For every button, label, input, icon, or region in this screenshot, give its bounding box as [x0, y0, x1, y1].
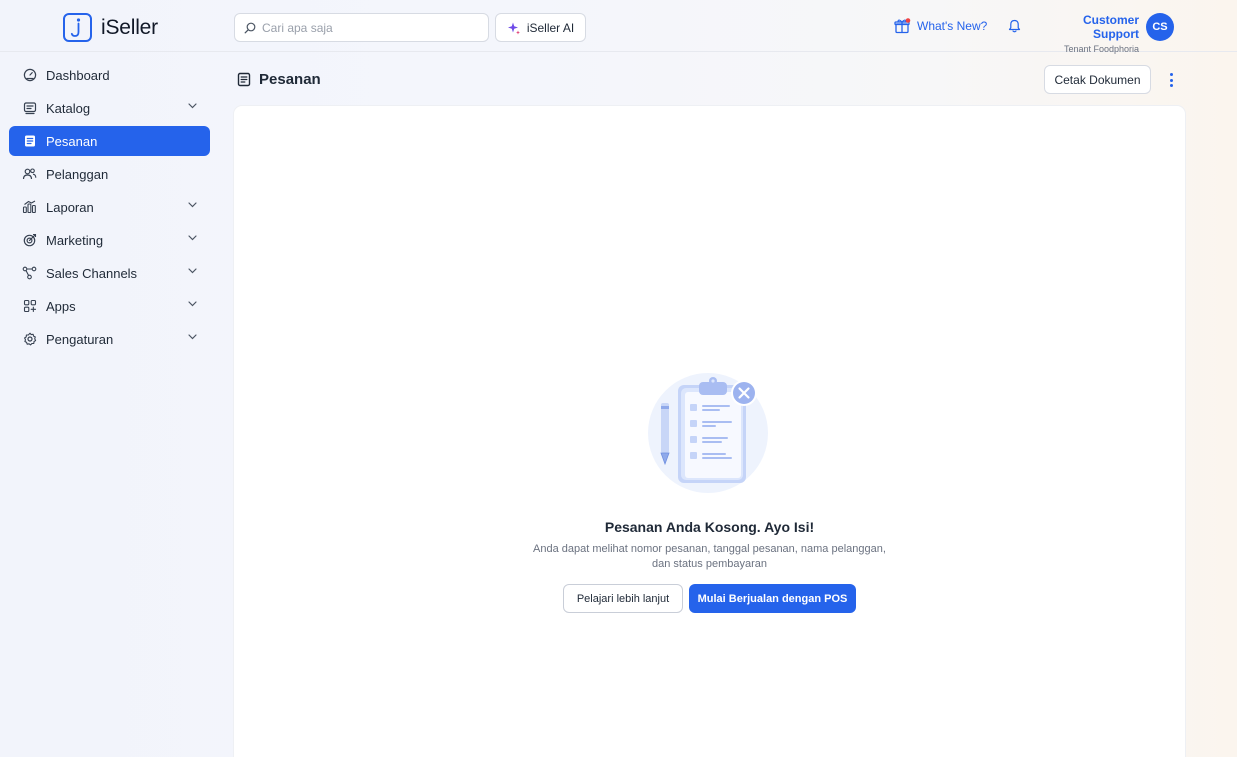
iseller-ai-label: iSeller AI — [526, 20, 575, 35]
sidebar-item-label: Pengaturan — [46, 331, 114, 347]
dashboard-icon — [22, 68, 37, 83]
user-info[interactable]: Customer Support Tenant Foodphoria — [1040, 13, 1139, 54]
marketing-icon — [22, 233, 37, 248]
brand-name: iSeller — [101, 15, 158, 39]
learn-more-button[interactable]: Pelajari lebih lanjut — [563, 584, 683, 613]
sidebar-item-label: Sales Channels — [46, 265, 138, 281]
notification-button[interactable] — [1008, 19, 1021, 38]
sidebar-item-label: Laporan — [46, 199, 94, 215]
search-icon — [244, 22, 256, 33]
sidebar: Dashboard Katalog Pesanan Pelanggan Lapo… — [9, 60, 210, 357]
chevron-down-icon — [188, 235, 197, 241]
sidebar-item-pesanan[interactable]: Pesanan — [9, 126, 210, 156]
sidebar-item-apps[interactable]: Apps — [9, 291, 210, 321]
sidebar-item-label: Marketing — [46, 232, 104, 248]
whats-new-label: What's New? — [917, 19, 988, 33]
avatar[interactable]: CS — [1146, 13, 1174, 41]
reports-icon — [22, 200, 37, 215]
sidebar-item-pengaturan[interactable]: Pengaturan — [9, 324, 210, 354]
sidebar-item-sales-channels[interactable]: Sales Channels — [9, 258, 210, 288]
more-options-icon[interactable] — [1164, 70, 1178, 90]
gift-icon — [894, 18, 911, 34]
search-input[interactable] — [262, 20, 472, 35]
chevron-down-icon — [188, 202, 197, 208]
sidebar-item-katalog[interactable]: Katalog — [9, 93, 210, 123]
sidebar-item-label: Pelanggan — [46, 166, 109, 182]
sidebar-item-label: Katalog — [46, 100, 91, 116]
apps-icon — [22, 299, 37, 314]
user-name: Customer Support — [1082, 13, 1139, 41]
bell-icon — [1008, 19, 1021, 33]
chevron-down-icon — [188, 103, 197, 109]
page-title: Pesanan — [237, 71, 321, 88]
chevron-down-icon — [188, 268, 197, 274]
page-title-text: Pesanan — [259, 71, 321, 88]
iseller-logo-icon — [63, 13, 92, 42]
sidebar-item-label: Apps — [46, 298, 76, 314]
sidebar-item-pelanggan[interactable]: Pelanggan — [9, 159, 210, 189]
sales-channels-icon — [22, 266, 37, 281]
chevron-down-icon — [188, 301, 197, 307]
empty-state-description: Anda dapat melihat nomor pesanan, tangga… — [533, 543, 886, 570]
sidebar-item-laporan[interactable]: Laporan — [9, 192, 210, 222]
catalog-icon — [22, 101, 37, 116]
sidebar-item-marketing[interactable]: Marketing — [9, 225, 210, 255]
sidebar-item-label: Dashboard — [46, 67, 110, 83]
print-document-button[interactable]: Cetak Dokumen — [1044, 65, 1151, 94]
top-bar: iSeller iSeller AI What's New? — [0, 0, 1237, 54]
whats-new-link[interactable]: What's New? — [894, 18, 987, 34]
sidebar-item-label: Pesanan — [46, 133, 98, 149]
tenant-name: Tenant Foodphoria — [1063, 44, 1139, 54]
sparkle-icon — [507, 22, 520, 34]
settings-icon — [22, 332, 37, 347]
empty-clipboard-illustration — [647, 370, 772, 500]
orders-icon — [22, 134, 37, 149]
start-selling-pos-button[interactable]: Mulai Berjualan dengan POS — [689, 584, 856, 613]
chevron-down-icon — [188, 334, 197, 340]
orders-icon — [237, 72, 251, 87]
orders-content-card: Pesanan Anda Kosong. Ayo Isi! Anda dapat… — [234, 106, 1185, 757]
empty-state-title: Pesanan Anda Kosong. Ayo Isi! — [604, 519, 815, 535]
search-box[interactable] — [234, 13, 489, 42]
sidebar-item-dashboard[interactable]: Dashboard — [9, 60, 210, 90]
brand-logo[interactable]: iSeller — [63, 13, 158, 42]
customers-icon — [22, 167, 37, 182]
iseller-ai-button[interactable]: iSeller AI — [495, 13, 586, 42]
